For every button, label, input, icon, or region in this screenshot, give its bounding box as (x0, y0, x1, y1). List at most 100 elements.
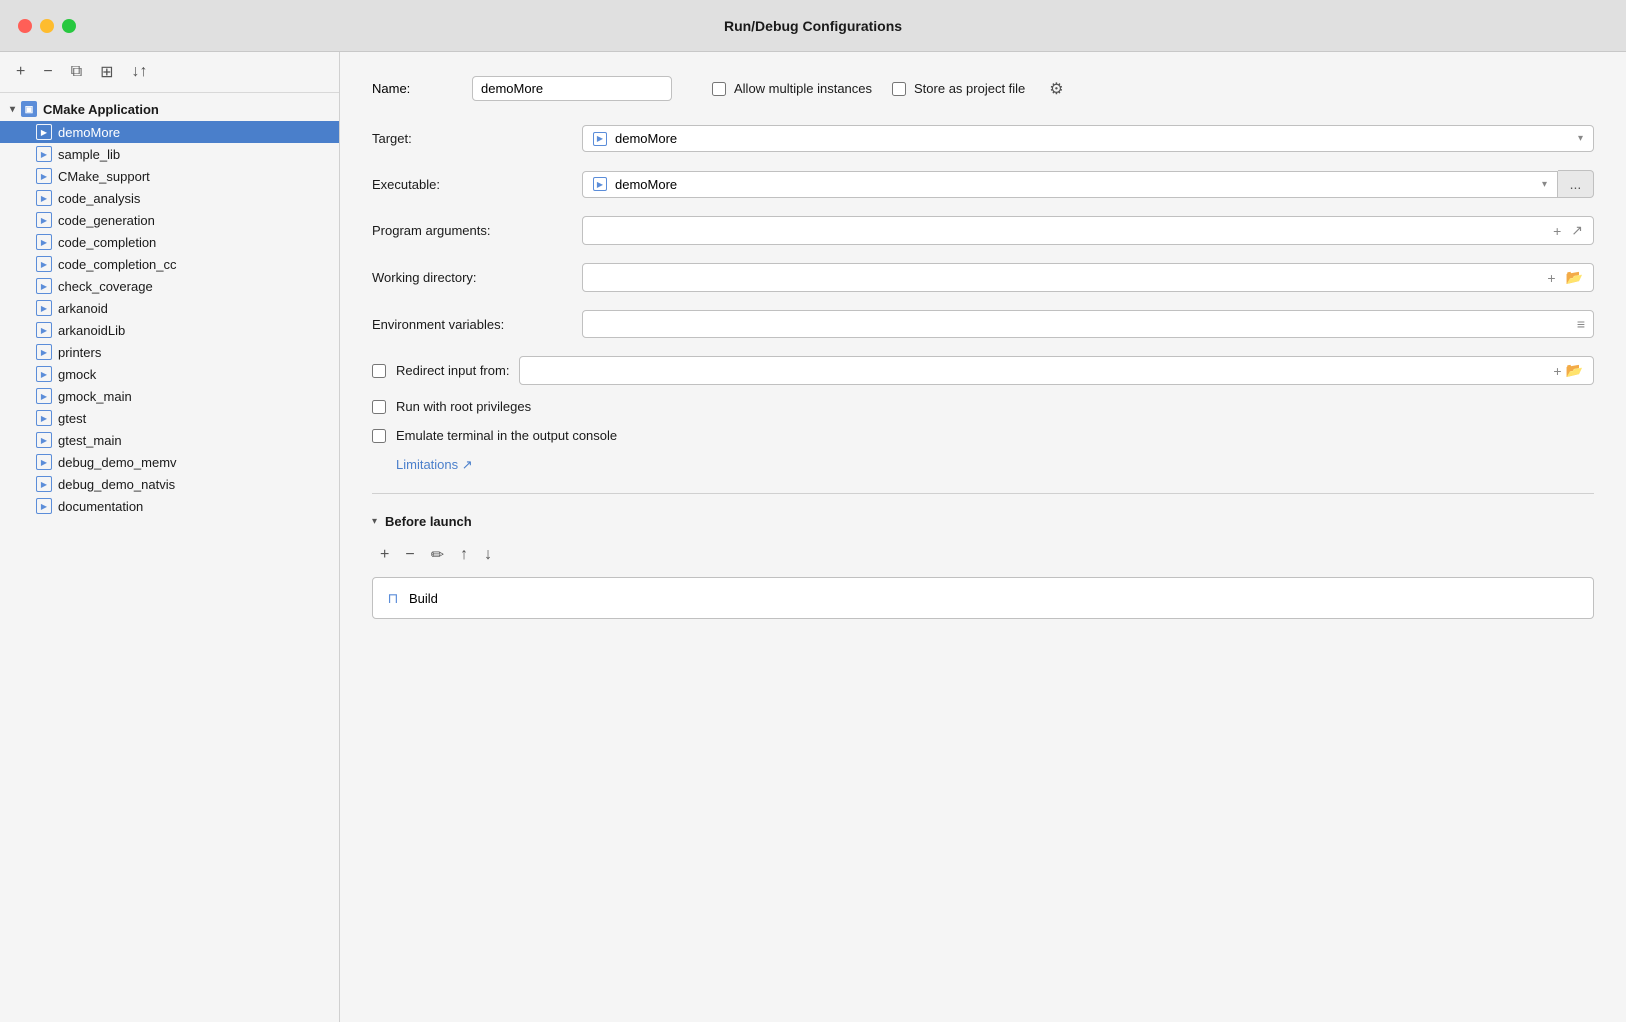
group-label: CMake Application (43, 102, 159, 117)
sidebar-item-debug_demo_memv[interactable]: ▶ debug_demo_memv (0, 451, 339, 473)
item-label-gtest-main: gtest_main (58, 433, 122, 448)
redirect-input-input[interactable] (528, 363, 1551, 378)
program-arguments-control: + ↗ (582, 216, 1594, 245)
program-arguments-label: Program arguments: (372, 223, 582, 238)
sidebar-item-debug_demo_natvis[interactable]: ▶ debug_demo_natvis (0, 473, 339, 495)
environment-variables-input[interactable] (591, 317, 1577, 332)
executable-dropdown[interactable]: ▶ demoMore ▾ (582, 171, 1558, 198)
item-label-demoMore: demoMore (58, 125, 120, 140)
limitations-link[interactable]: Limitations ↗ (396, 457, 473, 472)
emulate-terminal-label[interactable]: Emulate terminal in the output console (396, 428, 617, 443)
before-launch-move-up-button[interactable]: ↑ (456, 543, 472, 567)
item-icon-gtest: ▶ (36, 410, 52, 426)
emulate-terminal-checkbox[interactable] (372, 429, 386, 443)
working-directory-add-button[interactable]: + (1545, 270, 1557, 286)
run-with-root-checkbox[interactable] (372, 400, 386, 414)
item-label-code-generation: code_generation (58, 213, 155, 228)
allow-multiple-instances-checkbox-label[interactable]: Allow multiple instances (712, 81, 872, 96)
new-folder-button[interactable]: ⊞ (96, 60, 117, 84)
gear-button[interactable]: ⚙ (1049, 79, 1063, 99)
copy-config-button[interactable]: ⧉ (67, 61, 86, 83)
item-icon-debug-demo-memv: ▶ (36, 454, 52, 470)
target-dd-text: demoMore (615, 131, 1570, 146)
run-with-root-label[interactable]: Run with root privileges (396, 399, 531, 414)
sidebar-item-code_completion[interactable]: ▶ code_completion (0, 231, 339, 253)
before-launch-edit-button[interactable]: ✏ (427, 543, 448, 567)
working-directory-browse-button[interactable]: 📂 (1564, 269, 1585, 286)
store-as-project-file-checkbox-label[interactable]: Store as project file (892, 81, 1025, 96)
environment-variables-row: Environment variables: ≡ (372, 310, 1594, 338)
sidebar-item-code_analysis[interactable]: ▶ code_analysis (0, 187, 339, 209)
sidebar-item-code_completion_cc[interactable]: ▶ code_completion_cc (0, 253, 339, 275)
working-directory-input[interactable] (591, 270, 1539, 285)
target-dropdown[interactable]: ▶ demoMore ▾ (582, 125, 1594, 152)
redirect-input-field: + 📂 (519, 356, 1594, 385)
minimize-button[interactable] (40, 19, 54, 33)
redirect-input-add-button[interactable]: + (1551, 363, 1563, 379)
sidebar-item-gmock[interactable]: ▶ gmock (0, 363, 339, 385)
cmake-application-group[interactable]: ▾ ▣ CMake Application (0, 97, 339, 121)
before-launch-header[interactable]: ▾ Before launch (372, 514, 1594, 529)
executable-control: ▶ demoMore ▾ ... (582, 170, 1594, 198)
redirect-input-checkbox[interactable] (372, 364, 386, 378)
before-launch-label: Before launch (385, 514, 472, 529)
name-input[interactable] (472, 76, 672, 101)
item-label-check-coverage: check_coverage (58, 279, 153, 294)
environment-variables-list-button[interactable]: ≡ (1577, 316, 1585, 332)
maximize-button[interactable] (62, 19, 76, 33)
sort-button[interactable]: ↓↑ (128, 61, 152, 83)
sidebar-item-arkanoid[interactable]: ▶ arkanoid (0, 297, 339, 319)
sidebar-item-check_coverage[interactable]: ▶ check_coverage (0, 275, 339, 297)
sidebar-item-gmock_main[interactable]: ▶ gmock_main (0, 385, 339, 407)
target-dd-icon: ▶ (593, 132, 607, 146)
before-launch-add-button[interactable]: + (376, 543, 393, 567)
target-label: Target: (372, 131, 582, 146)
sidebar-item-CMake_support[interactable]: ▶ CMake_support (0, 165, 339, 187)
window-controls (18, 19, 76, 33)
program-arguments-field: + ↗ (582, 216, 1594, 245)
sidebar-item-demoMore[interactable]: ▶ demoMore (0, 121, 339, 143)
main-container: + − ⧉ ⊞ ↓↑ ▾ ▣ CMake Application ▶ demoM… (0, 52, 1626, 1022)
item-icon-code-completion: ▶ (36, 234, 52, 250)
add-config-button[interactable]: + (12, 61, 29, 83)
right-panel: Name: Allow multiple instances Store as … (340, 52, 1626, 1022)
program-arguments-expand-button[interactable]: ↗ (1569, 222, 1585, 239)
program-arguments-input[interactable] (591, 223, 1545, 238)
target-dd-chevron-icon: ▾ (1578, 133, 1583, 144)
close-button[interactable] (18, 19, 32, 33)
name-row: Name: Allow multiple instances Store as … (372, 76, 1594, 101)
allow-multiple-instances-checkbox[interactable] (712, 82, 726, 96)
executable-browse-button[interactable]: ... (1558, 170, 1594, 198)
program-arguments-add-button[interactable]: + (1551, 223, 1563, 239)
remove-config-button[interactable]: − (39, 61, 56, 83)
redirect-input-browse-button[interactable]: 📂 (1564, 362, 1585, 379)
sidebar-item-printers[interactable]: ▶ printers (0, 341, 339, 363)
sidebar-item-documentation[interactable]: ▶ documentation (0, 495, 339, 517)
sidebar-item-gtest[interactable]: ▶ gtest (0, 407, 339, 429)
cmake-group-icon: ▣ (21, 101, 37, 117)
item-icon-check-coverage: ▶ (36, 278, 52, 294)
item-label-code-completion-cc: code_completion_cc (58, 257, 177, 272)
target-row: Target: ▶ demoMore ▾ (372, 125, 1594, 152)
sidebar-item-gtest_main[interactable]: ▶ gtest_main (0, 429, 339, 451)
sidebar-item-arkanoidLib[interactable]: ▶ arkanoidLib (0, 319, 339, 341)
limitations-row: Limitations ↗ (372, 457, 1594, 473)
redirect-input-row: Redirect input from: + 📂 (372, 356, 1594, 385)
before-launch-list: ⊓ Build (372, 577, 1594, 619)
before-launch-item-build[interactable]: ⊓ Build (385, 586, 1581, 610)
store-as-project-file-checkbox[interactable] (892, 82, 906, 96)
item-icon-printers: ▶ (36, 344, 52, 360)
before-launch-move-down-button[interactable]: ↓ (480, 543, 496, 567)
before-launch-remove-button[interactable]: − (401, 543, 418, 567)
executable-dd-chevron-icon: ▾ (1542, 179, 1547, 190)
environment-variables-field: ≡ (582, 310, 1594, 338)
sidebar-item-code_generation[interactable]: ▶ code_generation (0, 209, 339, 231)
working-directory-field: + 📂 (582, 263, 1594, 292)
build-icon: ⊓ (385, 590, 401, 606)
working-directory-control: + 📂 (582, 263, 1594, 292)
executable-label: Executable: (372, 177, 582, 192)
sidebar-item-sample_lib[interactable]: ▶ sample_lib (0, 143, 339, 165)
group-chevron-icon: ▾ (10, 104, 15, 115)
item-label-debug-demo-memv: debug_demo_memv (58, 455, 177, 470)
item-label-arkanoid: arkanoid (58, 301, 108, 316)
